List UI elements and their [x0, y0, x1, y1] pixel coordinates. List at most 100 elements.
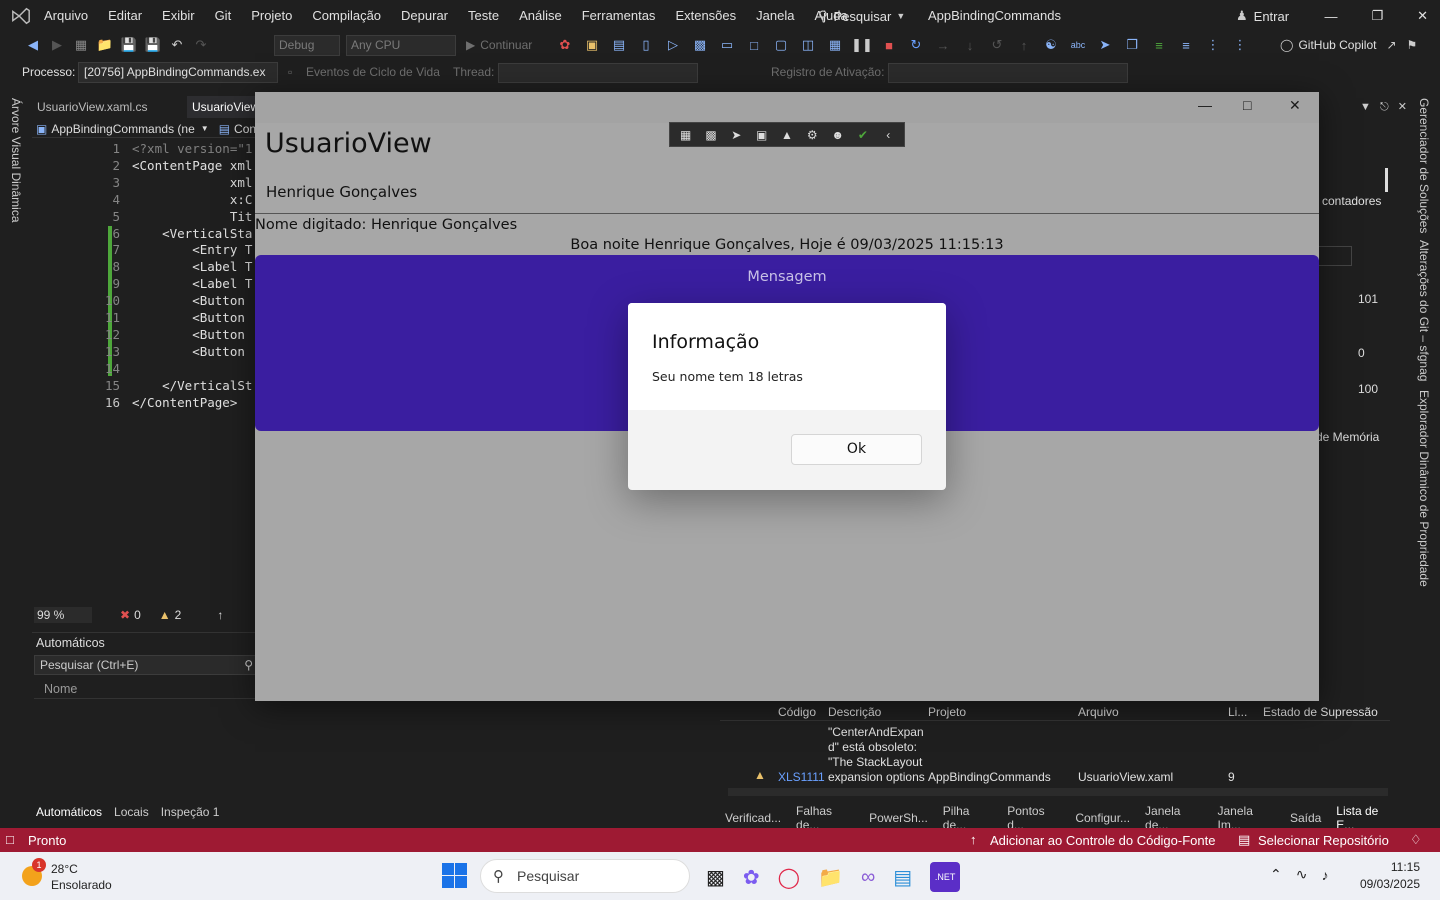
- col-estado[interactable]: Estado de Supressão: [1263, 705, 1378, 719]
- code-line[interactable]: <Label T: [132, 259, 252, 274]
- step-into-icon[interactable]: ↓: [961, 37, 979, 53]
- code-line[interactable]: Tit: [132, 209, 253, 224]
- tab-git-changes[interactable]: Alterações do Git – sfgnag: [1417, 240, 1431, 381]
- col-linha[interactable]: Li...: [1228, 705, 1247, 719]
- code-line[interactable]: x:C: [132, 192, 253, 207]
- step-over-icon[interactable]: →: [934, 37, 952, 53]
- cursor-icon[interactable]: ➤: [1096, 37, 1114, 53]
- monitor-icon[interactable]: ▢: [772, 37, 790, 53]
- menu-arquivo[interactable]: Arquivo: [44, 8, 88, 23]
- code-line[interactable]: <?xml version="1: [132, 141, 252, 156]
- code-line[interactable]: <Button: [132, 310, 252, 325]
- layout-icon[interactable]: ▤: [610, 37, 628, 53]
- memory-tab[interactable]: de Memória: [1316, 430, 1379, 444]
- counters-label[interactable]: o contadores: [1312, 194, 1381, 208]
- indent-icon[interactable]: ≡: [1150, 37, 1168, 53]
- code-line[interactable]: <Entry T: [132, 242, 252, 257]
- open-folder-icon[interactable]: 📁: [96, 37, 114, 53]
- col-descricao[interactable]: Descrição: [828, 705, 881, 719]
- tab-solution-explorer[interactable]: Gerenciador de Soluções: [1417, 98, 1431, 233]
- menu-editar[interactable]: Editar: [108, 8, 142, 23]
- menu-ferramentas[interactable]: Ferramentas: [582, 8, 656, 23]
- bottom-tab[interactable]: PowerSh...: [869, 811, 928, 825]
- maximize-icon[interactable]: □: [1243, 97, 1251, 113]
- menu-compilacao[interactable]: Compilação: [312, 8, 381, 23]
- save-icon[interactable]: 💾: [120, 37, 138, 53]
- error-count[interactable]: 0: [134, 608, 141, 622]
- windows-start-icon[interactable]: [442, 863, 467, 888]
- step-out-icon[interactable]: ↑: [1015, 37, 1033, 53]
- menu-git[interactable]: Git: [215, 8, 232, 23]
- select-repository-button[interactable]: Selecionar Repositório: [1258, 833, 1389, 848]
- code-line[interactable]: <ContentPage xml: [132, 158, 252, 173]
- bottom-tab[interactable]: Saída: [1290, 811, 1321, 825]
- step-back-icon[interactable]: ↺: [988, 37, 1006, 53]
- tab-live-property-explorer[interactable]: Explorador Dinâmico de Propriedade: [1417, 390, 1431, 587]
- tab-usuarioview-xaml-cs[interactable]: UsuarioView.xaml.cs: [37, 100, 147, 114]
- notepad-icon[interactable]: ▤: [893, 865, 912, 890]
- pause-icon[interactable]: ❚❚: [851, 37, 873, 53]
- code-line[interactable]: <Button: [132, 327, 252, 342]
- bottom-tab[interactable]: Verificad...: [725, 811, 781, 825]
- arrow-up-icon[interactable]: ↑: [217, 608, 223, 622]
- comment-icon[interactable]: ⋮: [1204, 37, 1222, 53]
- close-icon[interactable]: ✕: [1289, 97, 1301, 114]
- close-icon[interactable]: ✕: [1417, 8, 1428, 24]
- dotnet-app-icon[interactable]: .NET: [930, 862, 961, 892]
- ok-button[interactable]: Ok: [791, 434, 922, 465]
- col-arquivo[interactable]: Arquivo: [1078, 705, 1119, 719]
- tab-locais[interactable]: Locais: [114, 805, 149, 819]
- horizontal-scrollbar[interactable]: [728, 788, 1388, 796]
- redo-icon[interactable]: ↷: [192, 37, 210, 53]
- thread-select[interactable]: [498, 63, 698, 83]
- select-element-icon[interactable]: ➤: [727, 126, 746, 144]
- activation-select[interactable]: [888, 63, 1128, 83]
- notification-bell-icon[interactable]: ♢: [1410, 832, 1422, 848]
- display-layout-adorners-icon[interactable]: ▣: [752, 126, 771, 144]
- opera-icon[interactable]: ◯: [778, 865, 800, 890]
- github-copilot-button[interactable]: ◯ GitHub Copilot ↗ ⚑: [1280, 38, 1417, 52]
- volume-icon[interactable]: ♪: [1321, 867, 1328, 883]
- menu-extensoes[interactable]: Extensões: [675, 8, 736, 23]
- track-focus-icon[interactable]: ▲: [777, 126, 796, 144]
- share-icon[interactable]: ↗: [1386, 38, 1396, 52]
- save-all-icon[interactable]: 💾: [144, 37, 162, 53]
- dropdown-icon[interactable]: ▼: [1360, 101, 1371, 113]
- nav-project-select[interactable]: AppBindingCommands (ne: [51, 122, 194, 136]
- copy-icon[interactable]: ❐: [1123, 37, 1141, 53]
- menu-teste[interactable]: Teste: [468, 8, 499, 23]
- code-map-icon[interactable]: ☯: [1042, 37, 1060, 53]
- menu-analise[interactable]: Análise: [519, 8, 562, 23]
- forward-icon[interactable]: ▶: [48, 37, 66, 53]
- device-icon[interactable]: ▯: [637, 37, 655, 53]
- copilot-app-icon[interactable]: ✿: [743, 865, 760, 890]
- menu-depurar[interactable]: Depurar: [401, 8, 448, 23]
- wifi-icon[interactable]: ∿: [1296, 866, 1308, 883]
- go-to-live-visual-tree-icon[interactable]: ▦: [676, 126, 695, 144]
- tab-automaticos[interactable]: Automáticos: [36, 805, 102, 819]
- tree-icon[interactable]: ▦: [826, 37, 844, 53]
- signin-button[interactable]: ♟ Entrar: [1236, 8, 1289, 24]
- screen-icon[interactable]: ▭: [718, 37, 736, 53]
- menu-projeto[interactable]: Projeto: [251, 8, 292, 23]
- process-select[interactable]: [20756] AppBindingCommands.ex: [78, 62, 278, 83]
- lifecycle-events[interactable]: Eventos de Ciclo de Vida: [306, 65, 440, 79]
- new-item-icon[interactable]: ▦: [72, 37, 90, 53]
- visual-studio-logo-icon[interactable]: [10, 6, 32, 26]
- autos-col-name[interactable]: Nome: [44, 682, 77, 696]
- task-view-icon[interactable]: ▩: [706, 865, 725, 890]
- visual-studio-icon[interactable]: ∞: [861, 866, 875, 889]
- back-icon[interactable]: ◀: [24, 37, 42, 53]
- code-line[interactable]: <Button: [132, 344, 252, 359]
- error-code-link[interactable]: XLS1111: [778, 770, 825, 784]
- step-icon[interactable]: ▷: [664, 37, 682, 53]
- restart-icon[interactable]: ↻: [907, 37, 925, 53]
- code-line[interactable]: </ContentPage>: [132, 395, 237, 410]
- restore-icon[interactable]: ❐: [1371, 8, 1383, 24]
- hot-reload-ok-icon[interactable]: ✔: [853, 126, 872, 144]
- autos-search-input[interactable]: Pesquisar (Ctrl+E) ⚲: [34, 655, 259, 675]
- col-projeto[interactable]: Projeto: [928, 705, 966, 719]
- accessibility-icon[interactable]: ☻: [828, 126, 847, 144]
- taskbar-search-input[interactable]: ⚲ Pesquisar: [480, 859, 690, 893]
- camera-icon[interactable]: ▩: [691, 37, 709, 53]
